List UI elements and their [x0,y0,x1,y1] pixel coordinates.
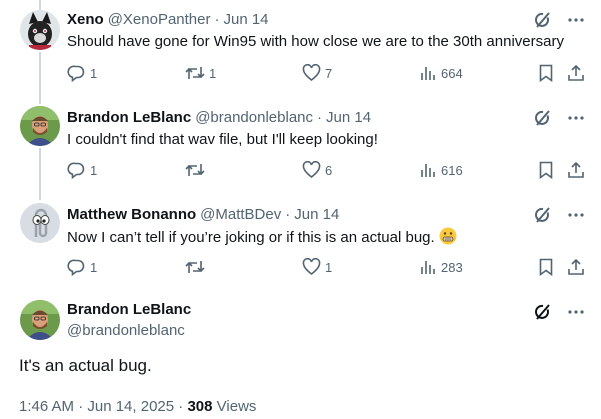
avatar[interactable] [20,300,60,340]
reply-icon [67,65,85,83]
bookmark-button[interactable] [538,161,554,179]
handle[interactable]: @XenoPanther [108,11,211,28]
post-date[interactable]: Jun 14 [223,11,268,28]
separator-dot: · [178,398,184,415]
handle[interactable]: @brandonleblanc [195,109,313,126]
separator-dot: · [214,10,220,28]
views-count: 616 [441,162,463,178]
tweet-text: Now I can’t tell if you’re joking or if … [67,227,585,248]
bookmark-icon [539,64,553,82]
heart-icon [302,64,321,82]
reply-icon [67,259,85,277]
views-label: Views [216,398,257,415]
views-button[interactable]: 616 [419,161,463,179]
grok-icon[interactable] [534,206,552,224]
tweet-text-body: Now I can’t tell if you’re joking or if … [67,229,435,246]
like-button[interactable]: 6 [302,161,332,179]
heart-icon [302,161,321,179]
reply-count: 1 [90,163,98,178]
share-icon [568,258,584,275]
display-name[interactable]: Brandon LeBlanc [67,301,585,318]
reply-tweet[interactable]: Matthew Bonanno @MattBDev · Jun 14 Now I… [0,193,601,293]
views-button[interactable]: 664 [419,64,463,82]
reply-icon [67,162,85,180]
avatar[interactable] [20,10,60,50]
display-name[interactable]: Xeno [67,11,104,28]
more-icon[interactable] [568,18,584,22]
views-count: 308 [187,398,213,415]
handle[interactable]: @brandonleblanc [67,322,585,339]
heart-icon [302,258,321,276]
avatar[interactable] [20,203,60,243]
bookmark-icon [539,258,553,276]
views-icon [421,67,435,80]
reply-button[interactable]: 1 [67,161,97,180]
repost-icon [185,67,205,79]
more-icon[interactable] [568,310,584,314]
share-button[interactable] [567,258,585,276]
grimacing-face-icon [439,227,457,245]
like-button[interactable]: 1 [302,258,332,276]
reply-tweet[interactable]: Brandon LeBlanc @brandonleblanc · Jun 14… [0,96,601,196]
post-timestamp[interactable]: 1:46 AM · Jun 14, 2025 [19,398,174,415]
reply-count: 1 [90,260,98,275]
like-count: 1 [325,259,333,275]
views-count: 664 [441,65,463,81]
bookmark-icon [539,161,553,179]
reply-button[interactable]: 1 [67,258,97,277]
repost-count: 1 [209,65,217,81]
display-name[interactable]: Matthew Bonanno [67,206,196,223]
share-button[interactable] [567,161,585,179]
bookmark-button[interactable] [538,258,554,276]
tweet-text: Should have gone for Win95 with how clos… [67,33,564,50]
separator-dot: · [317,108,322,126]
grok-icon[interactable] [534,303,552,321]
post-date[interactable]: Jun 14 [294,206,339,223]
tweet-text: I couldn't find that wav file, but I'll … [67,131,378,148]
share-button[interactable] [567,64,585,82]
share-icon [568,161,584,178]
bookmark-button[interactable] [538,64,554,82]
repost-icon [185,261,205,273]
handle[interactable]: @MattBDev [200,206,281,223]
repost-icon [185,164,205,176]
grok-icon[interactable] [534,11,552,29]
display-name[interactable]: Brandon LeBlanc [67,109,191,126]
views-count: 283 [441,259,463,275]
reply-tweet[interactable]: Xeno @XenoPanther · Jun 14 Should have g… [0,0,601,100]
repost-button[interactable]: 1 [185,64,216,82]
grok-icon[interactable] [534,109,552,127]
views-icon [421,261,435,274]
like-button[interactable]: 7 [302,64,332,82]
like-count: 6 [325,162,333,178]
share-icon [568,64,584,81]
more-icon[interactable] [568,116,584,120]
post-date[interactable]: Jun 14 [326,109,371,126]
more-icon[interactable] [568,213,584,217]
repost-button[interactable] [185,258,209,276]
views-button[interactable]: 283 [419,258,463,276]
reply-button[interactable]: 1 [67,64,97,83]
like-count: 7 [325,65,333,81]
reply-count: 1 [90,66,98,81]
main-tweet-text: It's an actual bug. [19,356,152,375]
main-tweet-meta: 1:46 AM · Jun 14, 2025 · 308 Views [19,398,256,415]
views-icon [421,164,435,177]
repost-button[interactable] [185,161,209,179]
avatar[interactable] [20,106,60,146]
separator-dot: · [285,205,291,223]
